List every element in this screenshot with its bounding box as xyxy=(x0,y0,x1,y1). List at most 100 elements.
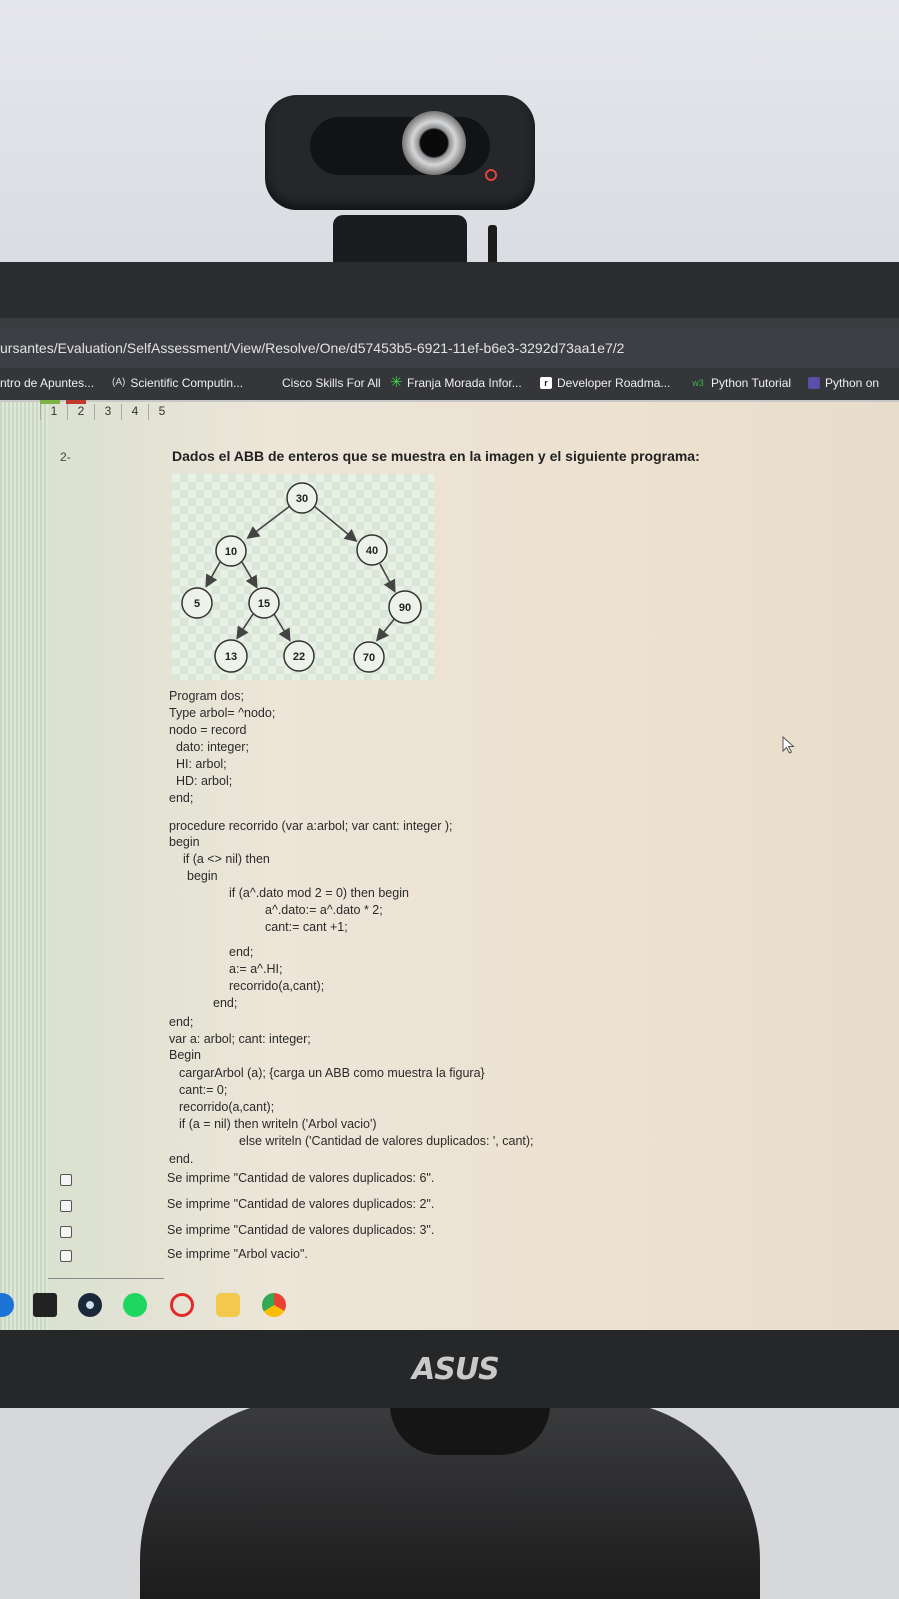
webcam xyxy=(265,95,535,285)
edge-15-22 xyxy=(273,613,291,642)
bookmark-scientific-computing[interactable]: (A) Scientific Computin... xyxy=(112,368,243,398)
pagination: 1 2 3 4 5 xyxy=(40,404,175,420)
mouse-cursor-icon xyxy=(782,735,796,759)
code-line: if (a = nil) then writeln ('Arbol vacio'… xyxy=(179,1117,377,1131)
code-line: dato: integer; xyxy=(169,740,249,754)
bookmark-python-on[interactable]: Python on xyxy=(808,368,879,398)
bookmark-cisco[interactable]: Cisco Skills For All xyxy=(282,368,381,398)
answer-option-2[interactable]: Se imprime "Cantidad de valores duplicad… xyxy=(60,1197,434,1212)
code-line: HI: arbol; xyxy=(169,757,227,771)
epic-games-icon[interactable] xyxy=(33,1293,57,1317)
option-checkbox[interactable] xyxy=(60,1174,72,1186)
code-line: cargarArbol (a); {carga un ABB como mues… xyxy=(179,1066,485,1080)
node-label: 90 xyxy=(399,602,411,614)
taskbar-divider xyxy=(48,1278,164,1279)
bookmark-franja-morada[interactable]: ✳ Franja Morada Infor... xyxy=(390,368,522,398)
roadmap-icon: r xyxy=(540,377,552,389)
code-line: nodo = record xyxy=(169,723,247,737)
code-line: a:= a^.HI; xyxy=(229,962,283,976)
steam-icon[interactable] xyxy=(78,1293,102,1317)
answer-option-4[interactable]: Se imprime "Arbol vacio". xyxy=(60,1247,308,1262)
bookmark-icon: (A) xyxy=(112,377,126,388)
code-line: Type arbol= ^nodo; xyxy=(169,706,276,720)
bezel-edge xyxy=(0,318,899,328)
code-line: a^.dato:= a^.dato * 2; xyxy=(265,903,383,917)
code-line: begin xyxy=(169,835,200,849)
code-line: Begin xyxy=(169,1048,201,1062)
code-line: recorrido(a,cant); xyxy=(179,1100,275,1114)
w3-icon: w3 xyxy=(692,378,704,388)
bookmark-label: Scientific Computin... xyxy=(130,376,244,390)
code-line: recorrido(a,cant); xyxy=(229,979,325,993)
code-line: end. xyxy=(169,1152,194,1166)
edge-90-70 xyxy=(375,616,397,642)
bookmark-label: Python Tutorial xyxy=(711,376,792,390)
code-line: if (a^.dato mod 2 = 0) then begin xyxy=(229,886,409,900)
page-link-1[interactable]: 1 xyxy=(40,404,67,420)
code-line: end; xyxy=(169,1015,194,1029)
node-label: 13 xyxy=(225,651,237,663)
code-line: cant:= cant +1; xyxy=(265,920,348,934)
code-line: else writeln ('Cantidad de valores dupli… xyxy=(239,1134,534,1148)
option-checkbox[interactable] xyxy=(60,1250,72,1262)
page-link-2[interactable]: 2 xyxy=(67,404,94,420)
code-line: end; xyxy=(213,996,238,1010)
code-line: begin xyxy=(187,869,218,883)
code-line: end; xyxy=(229,945,254,959)
bst-diagram: 30 10 40 5 15 90 13 22 70 xyxy=(172,474,434,680)
app-icon[interactable] xyxy=(216,1293,240,1317)
option-label: Se imprime "Cantidad de valores duplicad… xyxy=(167,1223,435,1237)
bst-svg: 30 10 40 5 15 90 13 22 70 xyxy=(181,482,422,673)
option-label: Se imprime "Arbol vacio". xyxy=(167,1247,308,1261)
edge-10-15 xyxy=(241,561,258,589)
edge-40-90 xyxy=(379,563,396,593)
bookmark-label: Developer Roadma... xyxy=(557,376,671,390)
code-line: end; xyxy=(169,791,194,805)
node-label: 5 xyxy=(194,598,200,610)
bookmark-label: Franja Morada Infor... xyxy=(407,376,522,390)
address-bar[interactable]: ursantes/Evaluation/SelfAssessment/View/… xyxy=(0,328,899,368)
windows-start-icon[interactable] xyxy=(0,1293,14,1317)
node-label: 70 xyxy=(363,652,375,664)
question-text: Dados el ABB de enteros que se muestra e… xyxy=(172,448,700,464)
edge-10-5 xyxy=(205,561,221,588)
answer-option-3[interactable]: Se imprime "Cantidad de valores duplicad… xyxy=(60,1223,434,1238)
spotify-icon[interactable] xyxy=(123,1293,147,1317)
edge-30-10 xyxy=(246,505,291,539)
code-line: procedure recorrido (var a:arbol; var ca… xyxy=(169,819,453,833)
node-label: 10 xyxy=(225,546,237,558)
pagination-bar xyxy=(0,400,899,402)
bookmark-apuntes[interactable]: ntro de Apuntes... xyxy=(0,368,94,398)
question-number: 2- xyxy=(60,450,71,464)
page-link-3[interactable]: 3 xyxy=(94,404,121,420)
taskbar xyxy=(0,1278,899,1330)
code-line: Program dos; xyxy=(169,689,245,703)
option-checkbox[interactable] xyxy=(60,1200,72,1212)
node-label: 30 xyxy=(296,493,308,505)
webcam-lens xyxy=(402,111,466,175)
option-checkbox[interactable] xyxy=(60,1226,72,1238)
power-icon xyxy=(485,169,497,181)
bookmark-label: ntro de Apuntes... xyxy=(0,376,95,390)
edge-30-40 xyxy=(313,505,358,543)
star-icon: ✳ xyxy=(390,374,403,391)
edge-15-13 xyxy=(236,613,254,640)
code-line: HD: arbol; xyxy=(169,774,233,788)
answer-option-1[interactable]: Se imprime "Cantidad de valores duplicad… xyxy=(60,1171,434,1186)
bookmark-python-tutorial[interactable]: w3 Python Tutorial xyxy=(690,368,791,398)
node-label: 15 xyxy=(258,598,270,610)
page-content: 1 2 3 4 5 2- Dados el ABB de enteros que… xyxy=(0,400,899,1330)
option-label: Se imprime "Cantidad de valores duplicad… xyxy=(167,1197,435,1211)
bookmark-label: Python on xyxy=(825,376,880,390)
node-label: 22 xyxy=(293,651,305,663)
page-link-5[interactable]: 5 xyxy=(148,404,175,420)
monitor-brand-logo: ASUS xyxy=(412,1352,500,1387)
page-link-4[interactable]: 4 xyxy=(121,404,148,420)
left-gutter xyxy=(0,400,48,1330)
bookmark-developer-roadmap[interactable]: r Developer Roadma... xyxy=(540,368,670,398)
webcam-body xyxy=(265,95,535,210)
option-label: Se imprime "Cantidad de valores duplicad… xyxy=(167,1171,435,1185)
chrome-icon[interactable] xyxy=(262,1293,286,1317)
opera-icon[interactable] xyxy=(170,1293,194,1317)
bookmark-label: Cisco Skills For All xyxy=(282,376,381,390)
